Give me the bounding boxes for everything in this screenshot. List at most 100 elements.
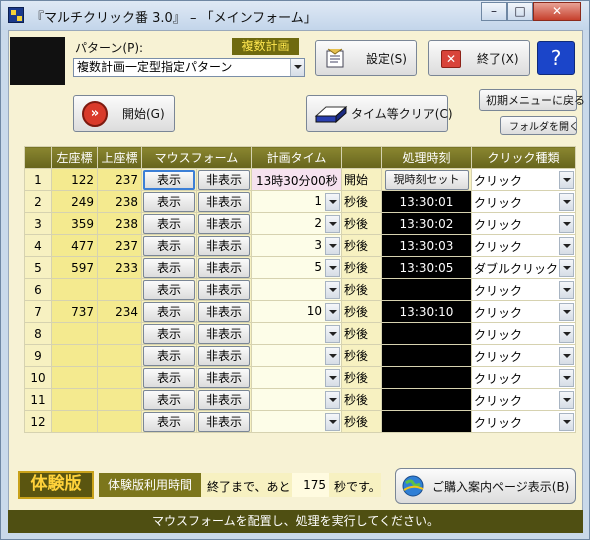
help-button[interactable]: ? (537, 41, 575, 75)
plan-offset-select[interactable] (251, 388, 342, 411)
row-index: 8 (24, 322, 52, 345)
hide-form-button[interactable]: 非表示 (198, 191, 250, 212)
click-type-select[interactable]: クリック (471, 322, 576, 345)
header-click-type: クリック種類 (471, 146, 576, 169)
header-blank (341, 146, 382, 169)
y-coordinate: 238 (97, 212, 142, 235)
plan-offset-select[interactable]: 3 (251, 234, 342, 257)
pattern-label: パターン(P): (75, 41, 144, 55)
hide-form-button[interactable]: 非表示 (198, 323, 250, 344)
x-coordinate: 249 (51, 190, 98, 213)
plan-suffix: 秒後 (341, 410, 382, 433)
maximize-button[interactable]: □ (507, 2, 533, 21)
table-row: 3 359 238 表示 非表示 2 秒後 13:30:02 クリック (24, 212, 576, 235)
y-coordinate: 237 (97, 168, 142, 191)
y-coordinate (97, 344, 142, 367)
click-type-select[interactable]: ダブルクリック (471, 256, 576, 279)
exit-button[interactable]: ✕ 終了(X) (428, 40, 530, 76)
hide-form-button[interactable]: 非表示 (198, 367, 250, 388)
minimize-button[interactable]: – (481, 2, 507, 21)
purchase-button[interactable]: ご購入案内ページ表示(B) (395, 468, 576, 504)
settings-button[interactable]: 設定(S) (315, 40, 417, 76)
chevron-down-icon (325, 391, 340, 409)
show-form-button[interactable]: 表示 (143, 235, 195, 256)
plan-suffix: 開始 (341, 168, 382, 191)
plan-offset-value: 1 (314, 194, 322, 208)
row-index: 2 (24, 190, 52, 213)
show-form-button[interactable]: 表示 (143, 257, 195, 278)
show-form-button[interactable]: 表示 (143, 323, 195, 344)
hide-form-button[interactable]: 非表示 (198, 301, 250, 322)
status-bar: マウスフォームを配置し、処理を実行してください。 (8, 510, 583, 533)
show-form-button[interactable]: 表示 (143, 169, 195, 190)
initial-menu-button[interactable]: 初期メニューに戻る (479, 89, 585, 111)
table-row: 12 表示 非表示 秒後 クリック (24, 410, 576, 433)
process-time: 13:30:01 (381, 190, 472, 213)
y-coordinate: 238 (97, 190, 142, 213)
show-form-button[interactable]: 表示 (143, 213, 195, 234)
table-header-row: 左座標 上座標 マウスフォーム 計画タイム 処理時刻 クリック種類 (24, 146, 576, 169)
click-type-select[interactable]: クリック (471, 190, 576, 213)
chevron-down-icon (559, 215, 574, 233)
show-form-button[interactable]: 表示 (143, 301, 195, 322)
time-clear-button[interactable]: タイム等クリア(C) (306, 95, 453, 132)
click-type-select[interactable]: クリック (471, 168, 576, 191)
plan-suffix: 秒後 (341, 256, 382, 279)
plan-suffix: 秒後 (341, 388, 382, 411)
show-form-button[interactable]: 表示 (143, 345, 195, 366)
row-index: 12 (24, 410, 52, 433)
show-form-button[interactable]: 表示 (143, 389, 195, 410)
hide-form-button[interactable]: 非表示 (198, 345, 250, 366)
x-coordinate (51, 410, 98, 433)
click-type-select[interactable]: クリック (471, 212, 576, 235)
y-coordinate (97, 410, 142, 433)
hide-form-button[interactable]: 非表示 (198, 213, 250, 234)
plan-offset-select[interactable] (251, 278, 342, 301)
click-type-select[interactable]: クリック (471, 410, 576, 433)
plan-offset-select[interactable] (251, 410, 342, 433)
trial-seconds: 175 (292, 473, 329, 497)
open-folder-button[interactable]: フォルダを開く (500, 116, 579, 135)
plan-suffix: 秒後 (341, 300, 382, 323)
close-button[interactable]: ✕ (533, 2, 581, 21)
pattern-select[interactable]: 複数計画一定型指定パターン (73, 58, 305, 77)
hide-form-button[interactable]: 非表示 (198, 169, 250, 190)
plan-offset-select[interactable]: 10 (251, 300, 342, 323)
click-type-select[interactable]: クリック (471, 366, 576, 389)
click-type-value: クリック (474, 372, 523, 386)
hide-form-button[interactable]: 非表示 (198, 389, 250, 410)
hide-form-button[interactable]: 非表示 (198, 235, 250, 256)
set-current-time-button[interactable]: 現時刻セット (384, 169, 469, 190)
show-form-button[interactable]: 表示 (143, 411, 195, 432)
plan-offset-select[interactable] (251, 322, 342, 345)
hide-form-button[interactable]: 非表示 (198, 257, 250, 278)
show-form-button[interactable]: 表示 (143, 279, 195, 300)
row-index: 6 (24, 278, 52, 301)
plan-suffix: 秒後 (341, 234, 382, 257)
plan-time-field[interactable]: 13時30分00秒 (251, 168, 342, 191)
plan-offset-select[interactable] (251, 366, 342, 389)
click-type-select[interactable]: クリック (471, 388, 576, 411)
click-type-select[interactable]: クリック (471, 300, 576, 323)
show-form-button[interactable]: 表示 (143, 191, 195, 212)
plan-suffix: 秒後 (341, 366, 382, 389)
chevron-down-icon (325, 237, 340, 255)
show-form-button[interactable]: 表示 (143, 367, 195, 388)
play-icon: » (82, 101, 108, 127)
row-index: 3 (24, 212, 52, 235)
chevron-down-icon (325, 215, 340, 233)
trial-remaining: 終了まで、あと 175 秒です。 (201, 473, 381, 497)
click-type-value: クリック (474, 240, 523, 254)
start-button[interactable]: » 開始(G) (73, 95, 175, 132)
click-type-select[interactable]: クリック (471, 344, 576, 367)
click-type-select[interactable]: クリック (471, 234, 576, 257)
plan-offset-select[interactable]: 1 (251, 190, 342, 213)
plan-offset-select[interactable]: 2 (251, 212, 342, 235)
plan-offset-select[interactable] (251, 344, 342, 367)
main-window: 『マルチクリック番 3.0』 – 「メインフォーム」 – □ ✕ パターン(P)… (0, 0, 590, 540)
click-type-select[interactable]: クリック (471, 278, 576, 301)
hide-form-button[interactable]: 非表示 (198, 279, 250, 300)
hide-form-button[interactable]: 非表示 (198, 411, 250, 432)
plan-offset-select[interactable]: 5 (251, 256, 342, 279)
title-bar[interactable]: 『マルチクリック番 3.0』 – 「メインフォーム」 – □ ✕ (1, 1, 589, 30)
